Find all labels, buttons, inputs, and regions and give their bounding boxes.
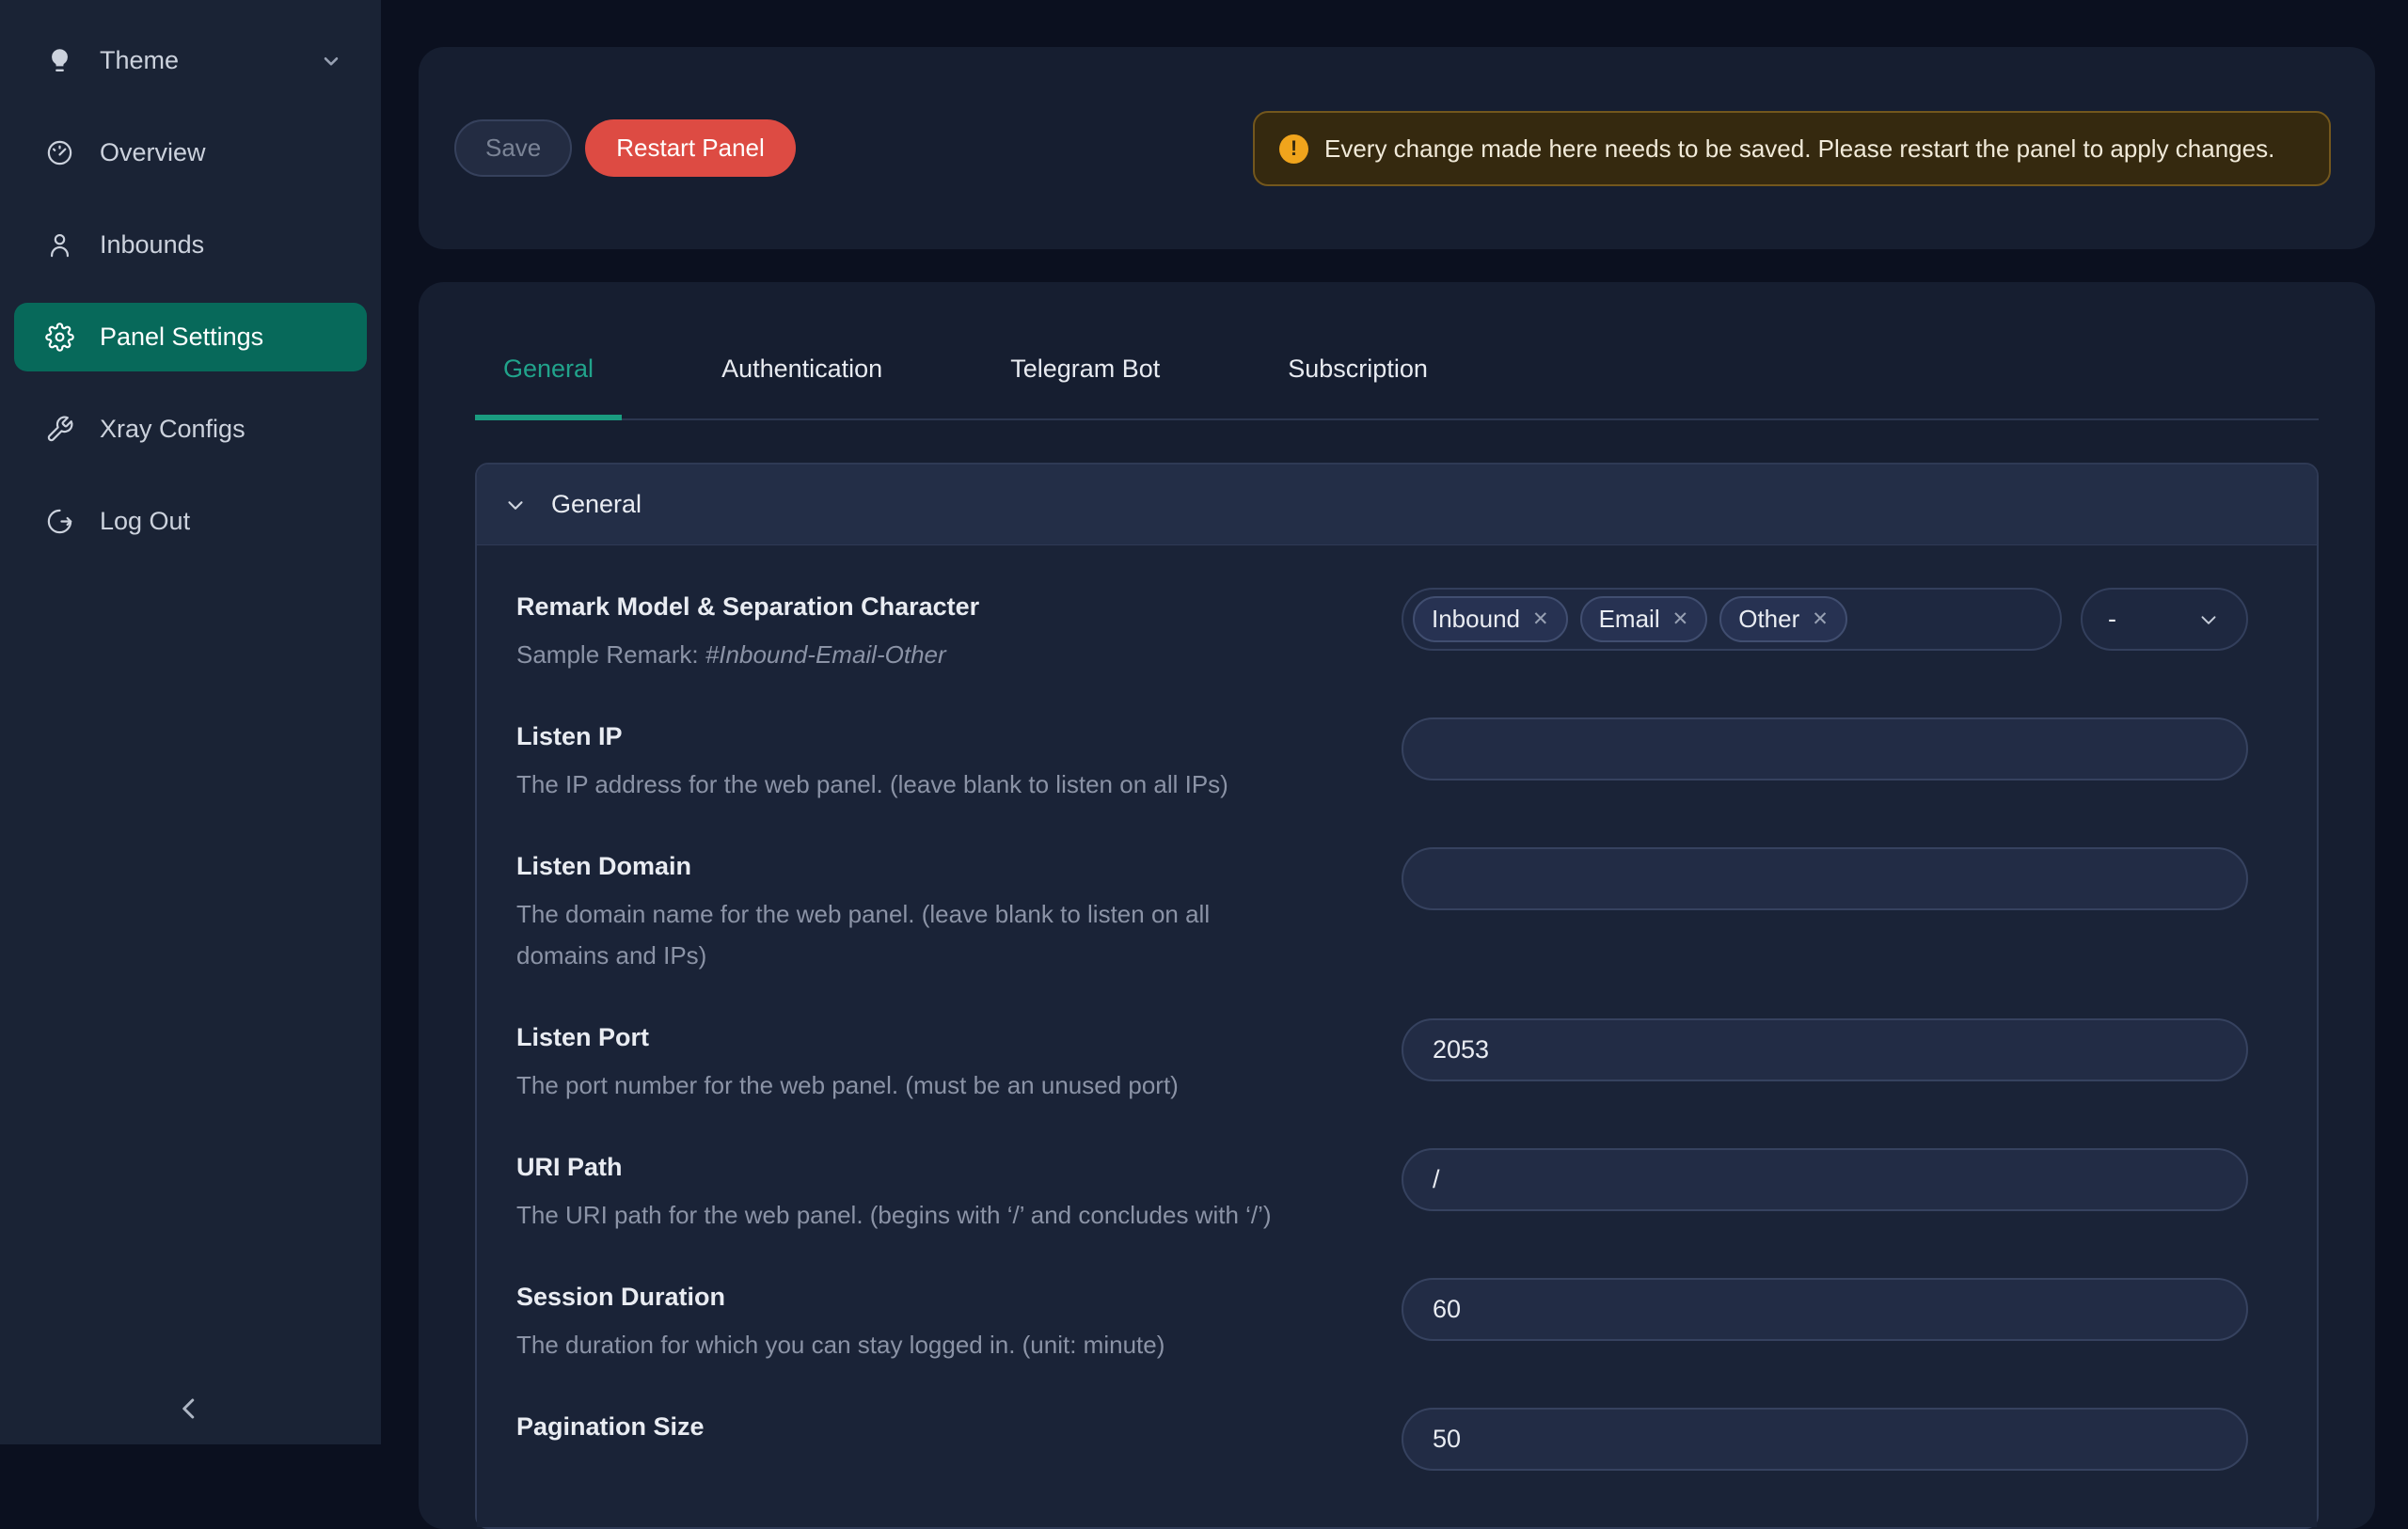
uri-path-input[interactable] (1402, 1148, 2248, 1211)
tab-authentication[interactable]: Authentication (693, 353, 911, 420)
general-section-title: General (551, 490, 642, 519)
pagination-size-label: Pagination Size (516, 1408, 1307, 1445)
session-duration-desc: The duration for which you can stay logg… (516, 1324, 1307, 1365)
form-row-listen-ip: Listen IP The IP address for the web pan… (516, 717, 2248, 805)
sidebar-item-label: Overview (100, 138, 206, 167)
lightbulb-icon (45, 46, 74, 75)
sidebar-item-log-out[interactable]: Log Out (14, 487, 367, 556)
sidebar-item-label: Theme (100, 46, 179, 75)
listen-domain-desc: The domain name for the web panel. (leav… (516, 893, 1307, 976)
chevron-left-icon (172, 1392, 206, 1426)
uri-path-desc: The URI path for the web panel. (begins … (516, 1194, 1307, 1236)
general-section-body: Remark Model & Separation Character Samp… (477, 544, 2317, 1527)
tab-general[interactable]: General (475, 353, 622, 420)
chevron-down-icon (2196, 607, 2221, 632)
sidebar-item-panel-settings[interactable]: Panel Settings (14, 303, 367, 371)
sidebar-collapse-button[interactable] (172, 1392, 210, 1429)
remark-sample: Sample Remark: #Inbound-Email-Other (516, 634, 1307, 675)
uri-path-label: URI Path (516, 1148, 1307, 1186)
chevron-down-icon (503, 493, 528, 517)
listen-port-label: Listen Port (516, 1018, 1307, 1056)
sidebar-item-theme[interactable]: Theme (14, 26, 367, 95)
listen-domain-input[interactable] (1402, 847, 2248, 910)
restart-panel-button[interactable]: Restart Panel (585, 119, 796, 177)
remark-tag-email: Email ✕ (1580, 596, 1708, 642)
form-row-remark: Remark Model & Separation Character Samp… (516, 588, 2248, 675)
warning-alert-text: Every change made here needs to be saved… (1324, 130, 2274, 167)
form-row-pagination-size: Pagination Size (516, 1408, 2248, 1471)
user-icon (45, 230, 74, 260)
sidebar-item-label: Xray Configs (100, 415, 246, 444)
main-content: Save Restart Panel ! Every change made h… (381, 0, 2408, 1444)
save-button[interactable]: Save (454, 119, 572, 177)
remove-tag-icon[interactable]: ✕ (1812, 609, 1829, 629)
logout-icon (45, 507, 74, 536)
wrench-icon (45, 415, 74, 444)
separator-select-value: - (2108, 605, 2116, 634)
form-row-uri-path: URI Path The URI path for the web panel.… (516, 1148, 2248, 1236)
general-section-header[interactable]: General (477, 465, 2317, 544)
sidebar-item-inbounds[interactable]: Inbounds (14, 211, 367, 279)
toolbar-card: Save Restart Panel ! Every change made h… (419, 47, 2375, 249)
tab-subscription[interactable]: Subscription (1259, 353, 1456, 420)
pagination-size-input[interactable] (1402, 1408, 2248, 1471)
sidebar: Theme Overview Inbounds Panel Settings (0, 0, 381, 1444)
chevron-down-icon (319, 49, 343, 73)
listen-port-desc: The port number for the web panel. (must… (516, 1064, 1307, 1106)
sidebar-item-label: Panel Settings (100, 323, 263, 352)
warning-alert: ! Every change made here needs to be sav… (1253, 111, 2331, 186)
sidebar-item-label: Inbounds (100, 230, 204, 260)
general-section: General Remark Model & Separation Charac… (475, 463, 2319, 1529)
listen-port-input[interactable] (1402, 1018, 2248, 1081)
session-duration-input[interactable] (1402, 1278, 2248, 1341)
remark-model-multiselect[interactable]: Inbound ✕ Email ✕ Other ✕ (1402, 588, 2062, 651)
form-row-listen-port: Listen Port The port number for the web … (516, 1018, 2248, 1106)
listen-ip-input[interactable] (1402, 717, 2248, 780)
panel-settings-card: General Authentication Telegram Bot Subs… (419, 282, 2375, 1529)
listen-domain-label: Listen Domain (516, 847, 1307, 885)
sidebar-item-label: Log Out (100, 507, 190, 536)
form-row-session-duration: Session Duration The duration for which … (516, 1278, 2248, 1365)
sidebar-item-xray-configs[interactable]: Xray Configs (14, 395, 367, 464)
listen-ip-desc: The IP address for the web panel. (leave… (516, 764, 1307, 805)
remark-label: Remark Model & Separation Character (516, 588, 1307, 625)
remove-tag-icon[interactable]: ✕ (1672, 609, 1689, 629)
warning-icon: ! (1279, 134, 1308, 164)
gear-icon (45, 323, 74, 352)
form-row-listen-domain: Listen Domain The domain name for the we… (516, 847, 2248, 976)
separator-select[interactable]: - (2081, 588, 2248, 651)
remark-tag-inbound: Inbound ✕ (1413, 596, 1568, 642)
session-duration-label: Session Duration (516, 1278, 1307, 1316)
remark-tag-other: Other ✕ (1719, 596, 1847, 642)
settings-tabs: General Authentication Telegram Bot Subs… (475, 282, 2319, 420)
tab-telegram-bot[interactable]: Telegram Bot (982, 353, 1188, 420)
dashboard-icon (45, 138, 74, 167)
listen-ip-label: Listen IP (516, 717, 1307, 755)
sidebar-item-overview[interactable]: Overview (14, 118, 367, 187)
remove-tag-icon[interactable]: ✕ (1532, 609, 1549, 629)
